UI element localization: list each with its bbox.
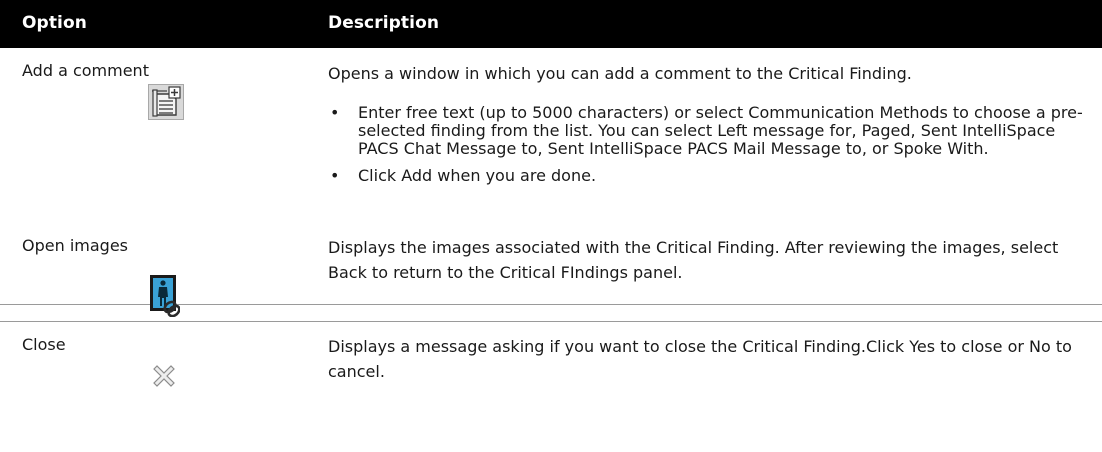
open-images-icon xyxy=(150,275,181,321)
option-description: Opens a window in which you can add a co… xyxy=(328,64,912,83)
bullet-list: Enter free text (up to 5000 characters) … xyxy=(328,104,1090,194)
option-label: Add a comment xyxy=(22,61,149,80)
close-icon xyxy=(151,363,177,393)
table-header: Option Description xyxy=(0,0,1102,48)
bullet-item: Click Add when you are done. xyxy=(328,167,1090,186)
option-label: Open images xyxy=(22,236,128,255)
option-description: Displays a message asking if you want to… xyxy=(328,337,1072,381)
option-description: Displays the images associated with the … xyxy=(328,238,1059,282)
header-description: Description xyxy=(328,13,440,33)
header-option: Option xyxy=(22,13,87,33)
bullet-item: Enter free text (up to 5000 characters) … xyxy=(328,104,1090,158)
table-row-open-images: Open images Displays the images associat… xyxy=(0,223,1102,322)
add-comment-icon xyxy=(148,84,184,124)
option-label: Close xyxy=(22,335,66,354)
table-row-close: Close Displays a message asking if you w… xyxy=(0,322,1102,452)
